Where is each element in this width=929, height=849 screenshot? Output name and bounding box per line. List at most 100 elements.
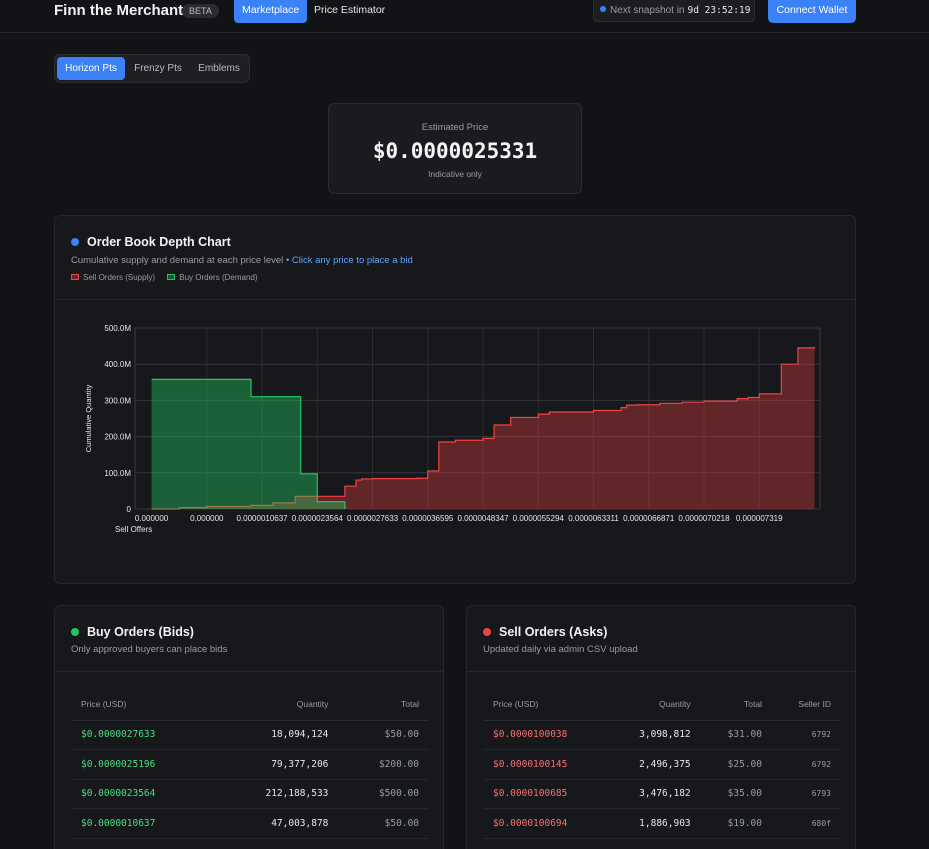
col-price: Price (USD) <box>483 688 607 721</box>
x-tick-label: 0.0000048347 <box>457 514 509 523</box>
green-dot-icon <box>71 628 79 636</box>
table-header-row: Price (USD) Quantity Total <box>71 688 429 721</box>
snapshot-timer: 9d 23:52:19 <box>687 5 751 16</box>
buy-orders-panel: Buy Orders (Bids) Only approved buyers c… <box>54 605 444 849</box>
ask-total: $19.00 <box>700 808 772 839</box>
ask-total: $25.00 <box>700 749 772 780</box>
buy-orders-header: Buy Orders (Bids) Only approved buyers c… <box>55 606 443 672</box>
ask-quantity: 3,098,812 <box>606 720 701 750</box>
table-row[interactable]: $0.0000010637 47,003,878 $50.00 <box>71 808 429 839</box>
col-total: Total <box>700 688 772 721</box>
sell-orders-subtitle: Updated daily via admin CSV upload <box>483 644 638 655</box>
bid-price: $0.0000027633 <box>71 720 214 750</box>
bid-price: $0.0000010637 <box>71 808 214 839</box>
legend-buy[interactable]: Buy Orders (Demand) <box>167 273 258 282</box>
bid-price: $0.0000025196 <box>71 749 214 780</box>
chart-legend: Sell Orders (Supply) Buy Orders (Demand) <box>71 273 268 282</box>
table-header-row: Price (USD) Quantity Total Seller ID <box>483 688 841 721</box>
table-row[interactable]: $0.0000100694 1,886,903 $19.00 680f <box>483 808 841 839</box>
ask-seller-id: 680f <box>771 808 841 839</box>
tab-frenzy-pts[interactable]: Frenzy Pts <box>127 57 189 80</box>
ask-seller-id: 6792 <box>771 749 841 780</box>
legend-sell-label: Sell Orders (Supply) <box>83 273 156 282</box>
table-row[interactable]: $0.0000027633 18,094,124 $50.00 <box>71 720 429 750</box>
depth-chart-title: Order Book Depth Chart <box>87 235 231 249</box>
table-row[interactable]: $0.0000100145 2,496,375 $25.00 6792 <box>483 749 841 780</box>
ask-seller-id: 6793 <box>771 779 841 809</box>
x-tick-label: 0.0000027633 <box>347 514 399 523</box>
top-bar: Finn the Merchant BETA Marketplace Price… <box>0 0 929 33</box>
snapshot-countdown: Next snapshot in 9d 23:52:19 <box>593 0 755 22</box>
y-tick-label: 200.0M <box>104 433 131 442</box>
bid-price: $0.0000023564 <box>71 779 214 809</box>
y-tick-label: 300.0M <box>104 396 131 405</box>
ask-price: $0.0000100685 <box>483 779 607 809</box>
blue-dot-icon <box>71 238 79 246</box>
connect-wallet-button[interactable]: Connect Wallet <box>768 0 856 23</box>
y-tick-label: 100.0M <box>104 469 131 478</box>
place-bid-hint: • Click any price to place a bid <box>285 255 413 266</box>
y-tick-label: 500.0M <box>104 324 131 333</box>
ask-quantity: 2,496,375 <box>606 749 701 780</box>
x-tick-label: 0.000000 <box>190 514 224 523</box>
y-tick-label: 0 <box>127 505 132 514</box>
x-tick-label: 0.0000010637 <box>236 514 288 523</box>
sell-orders-header: Sell Orders (Asks) Updated daily via adm… <box>467 606 855 672</box>
bid-quantity: 79,377,206 <box>213 749 339 780</box>
col-quantity: Quantity <box>606 688 701 721</box>
sell-orders-table: Price (USD) Quantity Total Seller ID $0.… <box>483 688 841 839</box>
points-tabs: Horizon Pts Frenzy Pts Emblems <box>54 54 250 83</box>
buy-area <box>151 379 345 509</box>
sell-orders-panel: Sell Orders (Asks) Updated daily via adm… <box>466 605 856 849</box>
estimated-price-card: Estimated Price $0.0000025331 Indicative… <box>328 103 582 194</box>
buy-orders-table: Price (USD) Quantity Total $0.0000027633… <box>71 688 429 839</box>
snapshot-label: Next snapshot in <box>610 5 685 16</box>
tab-horizon-pts[interactable]: Horizon Pts <box>57 57 125 80</box>
legend-sell[interactable]: Sell Orders (Supply) <box>71 273 155 282</box>
sell-swatch-icon <box>71 273 79 280</box>
col-price: Price (USD) <box>71 688 214 721</box>
buy-swatch-icon <box>167 273 176 280</box>
depth-chart-subtitle-text: Cumulative supply and demand at each pri… <box>71 255 284 266</box>
ask-total: $31.00 <box>700 720 772 750</box>
x-tick-label: 0.0000055294 <box>513 514 565 523</box>
bid-total: $50.00 <box>338 720 429 750</box>
brand-title[interactable]: Finn the Merchant <box>54 2 183 19</box>
estimated-price-value: $0.0000025331 <box>372 139 538 163</box>
estimated-price-label: Estimated Price <box>421 122 489 133</box>
bid-total: $500.00 <box>338 779 429 809</box>
x-tick-label: 0.0000063311 <box>568 514 619 523</box>
ask-seller-id: 6792 <box>771 720 841 750</box>
ask-quantity: 1,886,903 <box>606 808 701 839</box>
red-dot-icon <box>483 628 491 636</box>
y-axis-label: Cumulative Quantity <box>84 384 93 452</box>
table-row[interactable]: $0.0000025196 79,377,206 $200.00 <box>71 749 429 780</box>
x-tick-label: 0.0000023564 <box>292 514 344 523</box>
depth-chart-subtitle: Cumulative supply and demand at each pri… <box>71 255 413 266</box>
table-row[interactable]: $0.0000023564 212,188,533 $500.00 <box>71 779 429 809</box>
tab-emblems[interactable]: Emblems <box>191 57 247 80</box>
depth-chart[interactable]: 0 100.0M 200.0M 300.0M 400.0M 500.0M 0.000000 0… <box>55 300 855 584</box>
x-tick-label: 0.0000036595 <box>402 514 454 523</box>
x-tick-label: 0.000000 <box>135 514 169 523</box>
ask-quantity: 3,476,182 <box>606 779 701 809</box>
ask-total: $35.00 <box>700 779 772 809</box>
col-quantity: Quantity <box>213 688 339 721</box>
sell-offers-label: Sell Offers <box>115 525 152 534</box>
bid-quantity: 212,188,533 <box>213 779 339 809</box>
col-seller-id: Seller ID <box>771 688 841 721</box>
table-row[interactable]: $0.0000100038 3,098,812 $31.00 6792 <box>483 720 841 750</box>
nav-marketplace[interactable]: Marketplace <box>234 0 308 23</box>
bid-quantity: 47,003,878 <box>213 808 339 839</box>
x-tick-label: 0.0000066871 <box>623 514 675 523</box>
ask-price: $0.0000100038 <box>483 720 607 750</box>
x-tick-label: 0.0000070218 <box>678 514 730 523</box>
nav-price-estimator[interactable]: Price Estimator <box>306 0 393 23</box>
status-dot-icon <box>600 6 606 13</box>
bid-total: $50.00 <box>338 808 429 839</box>
x-tick-label: 0.000007319 <box>736 514 783 523</box>
y-tick-label: 400.0M <box>104 360 131 369</box>
table-row[interactable]: $0.0000100685 3,476,182 $35.00 6793 <box>483 779 841 809</box>
depth-chart-panel: Order Book Depth Chart Cumulative supply… <box>54 215 856 584</box>
buy-orders-title: Buy Orders (Bids) <box>87 625 194 639</box>
